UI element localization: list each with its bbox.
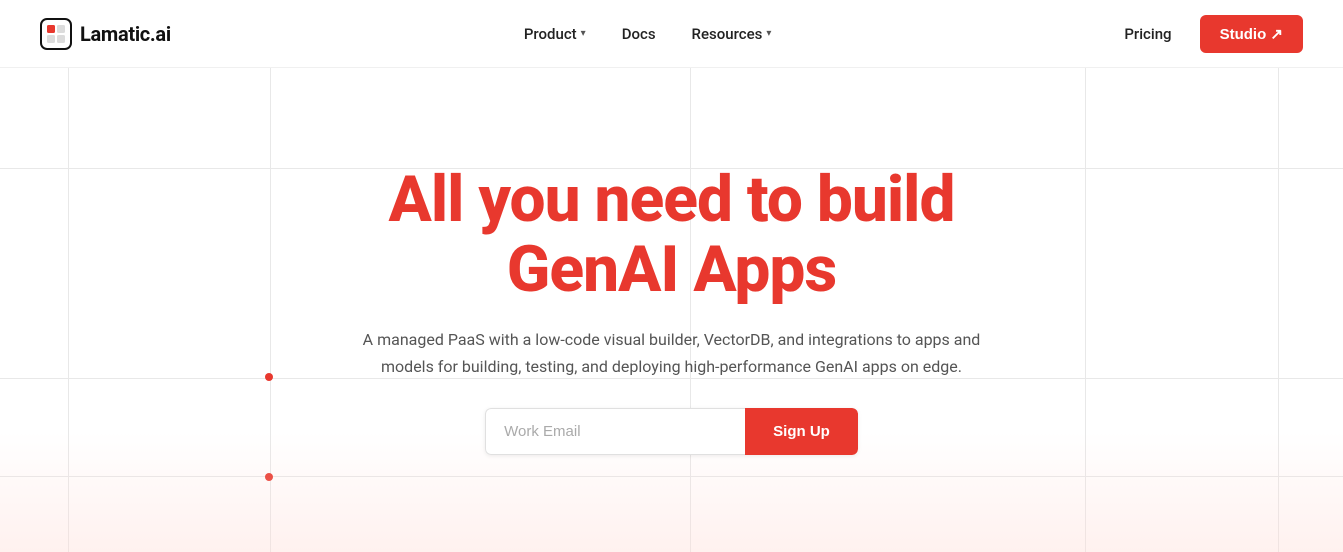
logo-text: Lamatic.ai <box>80 22 171 46</box>
nav-item-docs[interactable]: Docs <box>622 25 656 43</box>
nav-links: Product ▾ Docs Resources ▾ <box>524 25 772 43</box>
nav-product-label: Product <box>524 25 577 43</box>
work-email-input[interactable] <box>485 408 745 455</box>
grid-line-v5 <box>1278 68 1279 552</box>
logo-icon <box>40 18 72 50</box>
studio-button[interactable]: Studio ↗ <box>1200 15 1303 53</box>
hero-section: All you need to build GenAI Apps A manag… <box>0 68 1343 552</box>
nav-resources-label: Resources <box>692 25 763 43</box>
nav-item-pricing[interactable]: Pricing <box>1124 25 1171 43</box>
hero-content: All you need to build GenAI Apps A manag… <box>362 165 982 455</box>
grid-line-v1 <box>68 68 69 552</box>
red-dot-1 <box>265 373 273 381</box>
nav-right: Pricing Studio ↗ <box>1124 15 1303 53</box>
chevron-down-icon-resources: ▾ <box>766 28 771 39</box>
grid-line-h3 <box>0 476 1343 477</box>
grid-line-v4 <box>1085 68 1086 552</box>
signup-button[interactable]: Sign Up <box>745 408 858 455</box>
grid-line-v2 <box>270 68 271 552</box>
hero-title: All you need to build GenAI Apps <box>389 165 955 306</box>
hero-title-line2: GenAI Apps <box>507 232 837 307</box>
red-dot-2 <box>265 473 273 481</box>
nav-item-resources[interactable]: Resources ▾ <box>692 25 772 43</box>
chevron-down-icon: ▾ <box>581 28 586 39</box>
hero-title-line1: All you need to build <box>389 162 955 237</box>
navbar: Lamatic.ai Product ▾ Docs Resources ▾ Pr… <box>0 0 1343 68</box>
nav-docs-label: Docs <box>622 25 656 43</box>
logo[interactable]: Lamatic.ai <box>40 18 171 50</box>
nav-item-product[interactable]: Product ▾ <box>524 25 586 43</box>
hero-subtitle: A managed PaaS with a low-code visual bu… <box>362 326 982 380</box>
email-form: Sign Up <box>485 408 858 455</box>
